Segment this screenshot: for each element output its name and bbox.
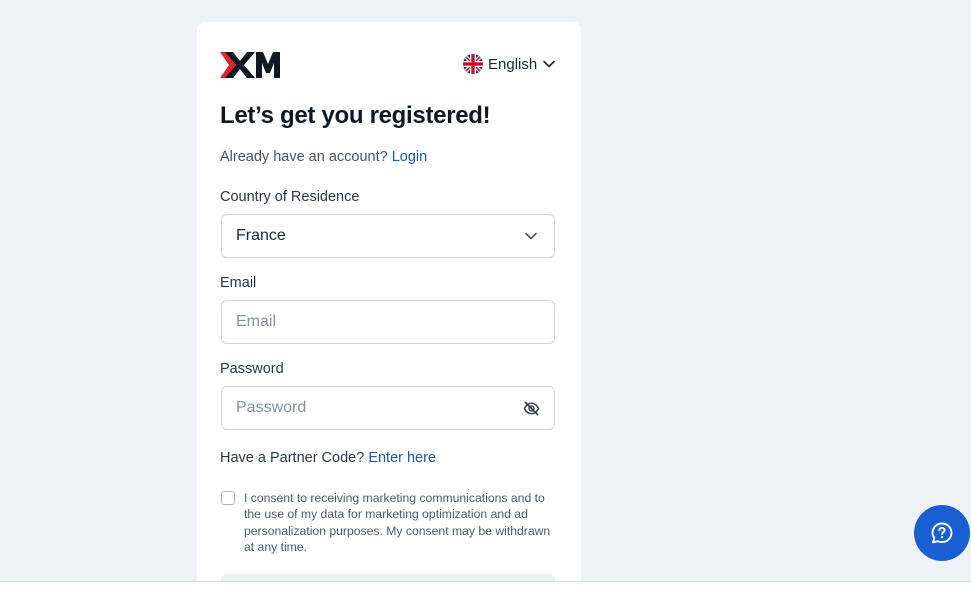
page-title: Let’s get you registered! <box>220 102 491 129</box>
consent-row: I consent to receiving marketing communi… <box>221 490 551 555</box>
chevron-down-icon <box>522 227 540 245</box>
email-field[interactable] <box>236 313 540 331</box>
registration-page: English Let’s get you registered! Alread… <box>0 0 971 593</box>
chevron-down-icon <box>543 60 556 68</box>
partner-code-text: Have a Partner Code? <box>220 450 365 466</box>
language-label: English <box>488 55 538 73</box>
consent-text: I consent to receiving marketing communi… <box>244 491 551 554</box>
partner-code-link[interactable]: Enter here <box>368 450 436 466</box>
have-account-text: Already have an account? <box>220 149 388 165</box>
country-select[interactable]: France <box>221 214 555 258</box>
eye-off-icon[interactable] <box>522 399 540 417</box>
consent-checkbox[interactable] <box>221 491 235 505</box>
login-link[interactable]: Login <box>392 149 427 165</box>
help-button[interactable] <box>914 505 970 561</box>
password-label: Password <box>220 361 284 377</box>
password-field[interactable] <box>236 399 522 417</box>
email-label: Email <box>220 275 257 291</box>
country-label: Country of Residence <box>220 189 360 205</box>
country-value: France <box>236 227 286 244</box>
password-field-wrapper <box>221 386 555 430</box>
language-selector[interactable]: English <box>463 54 556 74</box>
bottom-divider <box>0 581 971 593</box>
partner-code-row: Have a Partner Code? Enter here <box>220 450 436 466</box>
have-account-row: Already have an account? Login <box>220 149 427 165</box>
xm-logo <box>220 52 280 78</box>
uk-flag-icon <box>463 54 483 74</box>
help-chat-icon <box>931 522 953 544</box>
email-field-wrapper <box>221 300 555 344</box>
registration-card: English Let’s get you registered! Alread… <box>197 22 581 593</box>
